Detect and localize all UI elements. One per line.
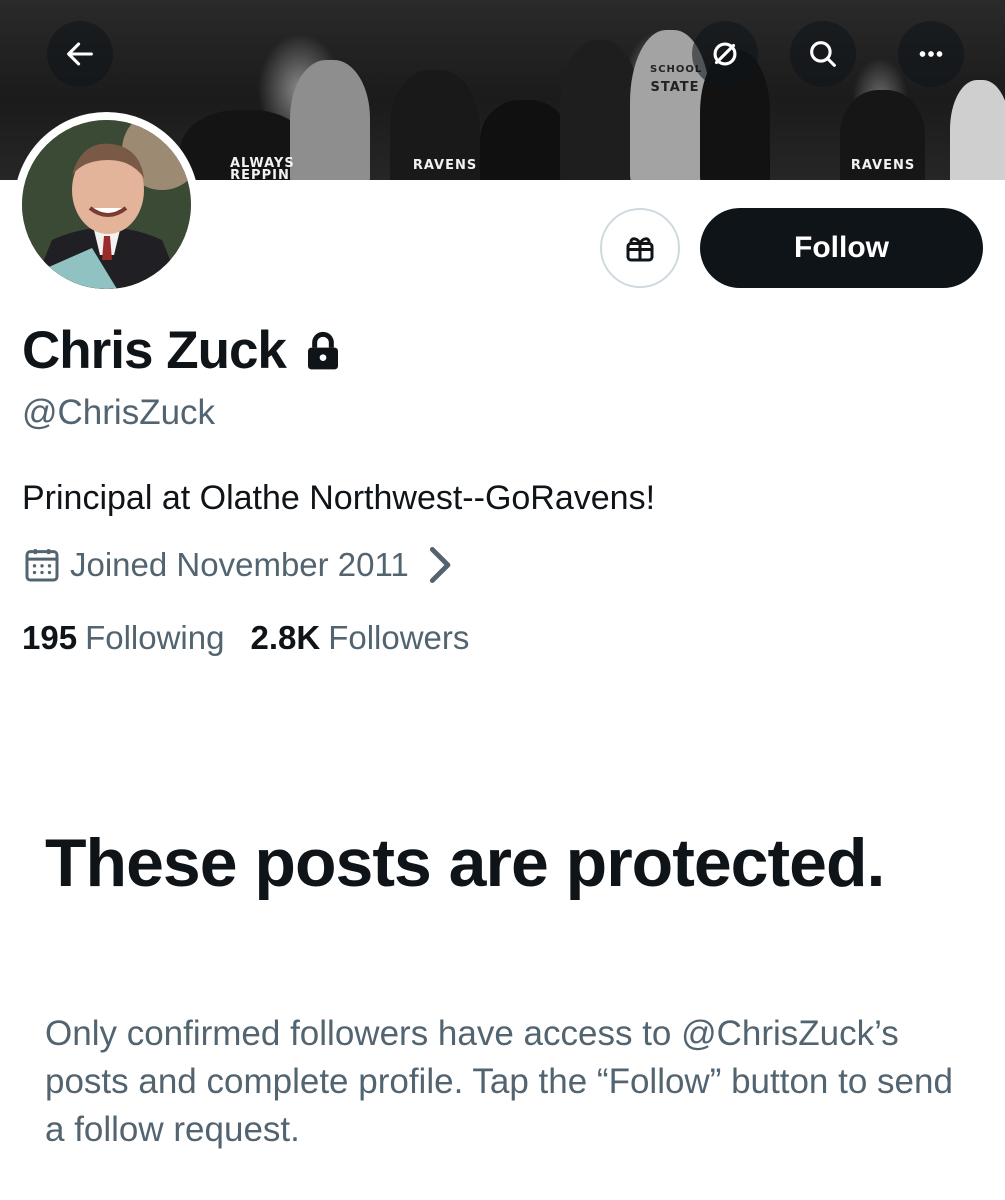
back-button[interactable] [47, 21, 113, 87]
search-button[interactable] [790, 21, 856, 87]
joined-date-row[interactable]: Joined November 2011 [22, 545, 459, 585]
following-link[interactable]: 195 Following [22, 619, 224, 657]
more-icon [919, 51, 943, 57]
protected-message: Only confirmed followers have access to … [45, 1014, 953, 1149]
banner-shirt-text: SCHOOL [650, 64, 703, 75]
follow-button[interactable]: Follow [700, 208, 983, 288]
avatar[interactable] [14, 112, 199, 297]
banner-shirt-text: RAVENS [412, 158, 478, 173]
joined-date: Joined November 2011 [70, 546, 409, 583]
followers-link[interactable]: 2.8K Followers [250, 619, 469, 657]
gift-icon [626, 237, 654, 262]
search-icon [810, 41, 836, 67]
circle-slash-icon [713, 42, 737, 66]
more-button[interactable] [898, 21, 964, 87]
protected-title: These posts are protected. [45, 825, 885, 901]
lock-icon [307, 331, 338, 369]
person-photo-icon [22, 120, 191, 289]
followers-label: Followers [328, 619, 470, 656]
calendar-icon [25, 549, 59, 582]
banner-shirt-text: ALWAYS REPPIN [230, 156, 295, 180]
avatar-photo [22, 120, 191, 289]
circle-slash-button[interactable] [692, 21, 758, 87]
chevron-right-icon [429, 547, 451, 583]
display-name: Chris Zuck [22, 321, 287, 380]
following-label: Following [85, 619, 225, 656]
following-count: 195 [22, 619, 78, 656]
banner-shirt-text: STATE [650, 80, 700, 95]
follow-stats: 195 Following 2.8K Followers [22, 619, 469, 657]
profile-handle: @ChrisZuck [22, 393, 216, 432]
arrow-left-icon [67, 42, 93, 66]
gift-button[interactable] [600, 208, 680, 288]
profile-bio: Principal at Olathe Northwest--GoRavens! [22, 479, 656, 517]
followers-count: 2.8K [250, 619, 321, 656]
banner-shirt-text: RAVENS [850, 158, 916, 173]
profile-name-row: Chris Zuck [22, 320, 340, 381]
